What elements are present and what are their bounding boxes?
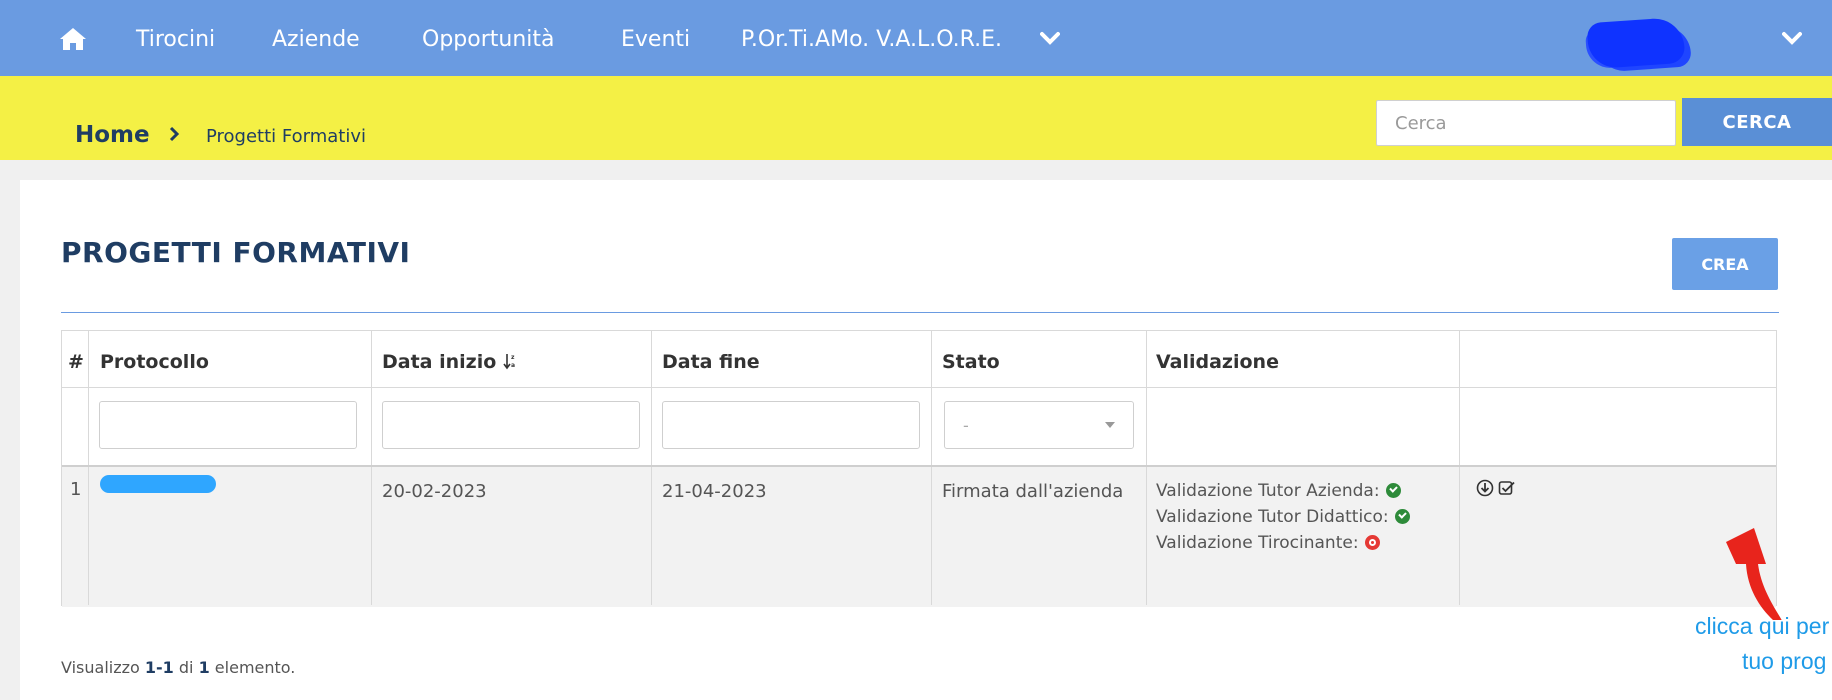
filter-data-fine-input[interactable] <box>662 401 920 449</box>
row-divider <box>62 465 1776 467</box>
red-arrow-annotation <box>1726 528 1782 620</box>
search-input[interactable] <box>1376 100 1676 146</box>
column-header-index: # <box>68 351 84 373</box>
nav-item-aziende[interactable]: Aziende <box>272 27 360 52</box>
cell-stato: Firmata dall'azienda <box>942 481 1124 502</box>
column-divider <box>1459 331 1460 605</box>
breadcrumb-current: Progetti Formativi <box>206 126 366 147</box>
user-avatar[interactable] <box>1586 16 1686 70</box>
data-table: # Protocollo Data inizio z a Data fine S… <box>61 330 1777 607</box>
column-header-protocollo[interactable]: Protocollo <box>100 351 209 373</box>
create-button[interactable]: CREA <box>1672 238 1778 290</box>
column-header-data-inizio[interactable]: Data inizio z a <box>382 351 517 373</box>
title-divider <box>61 312 1779 313</box>
sort-asc-icon[interactable]: z a <box>503 352 517 370</box>
download-icon[interactable] <box>1476 479 1494 497</box>
page-title: PROGETTI FORMATIVI <box>61 236 411 269</box>
filter-stato-selected: - <box>963 416 969 435</box>
filter-stato-select[interactable]: - <box>944 401 1134 449</box>
annotation-line-1: clicca qui per <box>1695 613 1830 639</box>
chevron-down-icon[interactable] <box>1040 31 1060 45</box>
annotation-line-2: tuo prog <box>1742 648 1827 674</box>
chevron-right-icon <box>169 126 180 142</box>
column-divider <box>371 331 372 605</box>
nav-item-portiamo[interactable]: P.Or.Ti.AMo. V.A.L.O.R.E. <box>741 27 1002 52</box>
caret-down-icon <box>1105 422 1115 428</box>
column-header-stato[interactable]: Stato <box>942 351 1000 373</box>
row-index: 1 <box>70 479 82 500</box>
column-divider <box>1146 331 1147 605</box>
home-icon[interactable] <box>58 26 88 52</box>
filter-protocollo-input[interactable] <box>99 401 357 449</box>
column-divider <box>931 331 932 605</box>
pagination-summary: Visualizzo 1-1 di 1 elemento. <box>61 658 296 677</box>
cell-data-fine: 21-04-2023 <box>662 481 767 502</box>
validation-tutor-azienda: Validazione Tutor Azienda: <box>1156 481 1401 501</box>
check-circle-icon <box>1394 509 1410 524</box>
nav-item-opportunita[interactable]: Opportunità <box>422 27 554 52</box>
top-nav: Tirocini Aziende Opportunità Eventi P.Or… <box>0 0 1832 76</box>
column-divider <box>651 331 652 605</box>
breadcrumb-home[interactable]: Home <box>75 122 150 148</box>
validation-tutor-didattico: Validazione Tutor Didattico: <box>1156 507 1410 527</box>
check-square-icon[interactable] <box>1498 479 1516 497</box>
column-divider <box>88 331 89 605</box>
protocollo-redacted <box>100 475 216 493</box>
row-divider <box>62 387 1776 388</box>
cell-data-inizio: 20-02-2023 <box>382 481 487 502</box>
filter-data-inizio-input[interactable] <box>382 401 640 449</box>
nav-item-eventi[interactable]: Eventi <box>621 27 690 52</box>
nav-item-tirocini[interactable]: Tirocini <box>136 27 215 52</box>
column-header-data-fine[interactable]: Data fine <box>662 351 760 373</box>
validation-tirocinante: Validazione Tirocinante: <box>1156 533 1380 553</box>
user-menu-chevron-icon[interactable] <box>1782 31 1802 45</box>
svg-text:z: z <box>511 354 515 361</box>
search-button[interactable]: CERCA <box>1682 98 1832 146</box>
check-circle-icon <box>1385 483 1401 498</box>
x-circle-icon <box>1364 535 1380 550</box>
column-header-validazione: Validazione <box>1156 351 1279 373</box>
table-row[interactable] <box>62 467 1776 607</box>
svg-text:a: a <box>511 362 515 369</box>
